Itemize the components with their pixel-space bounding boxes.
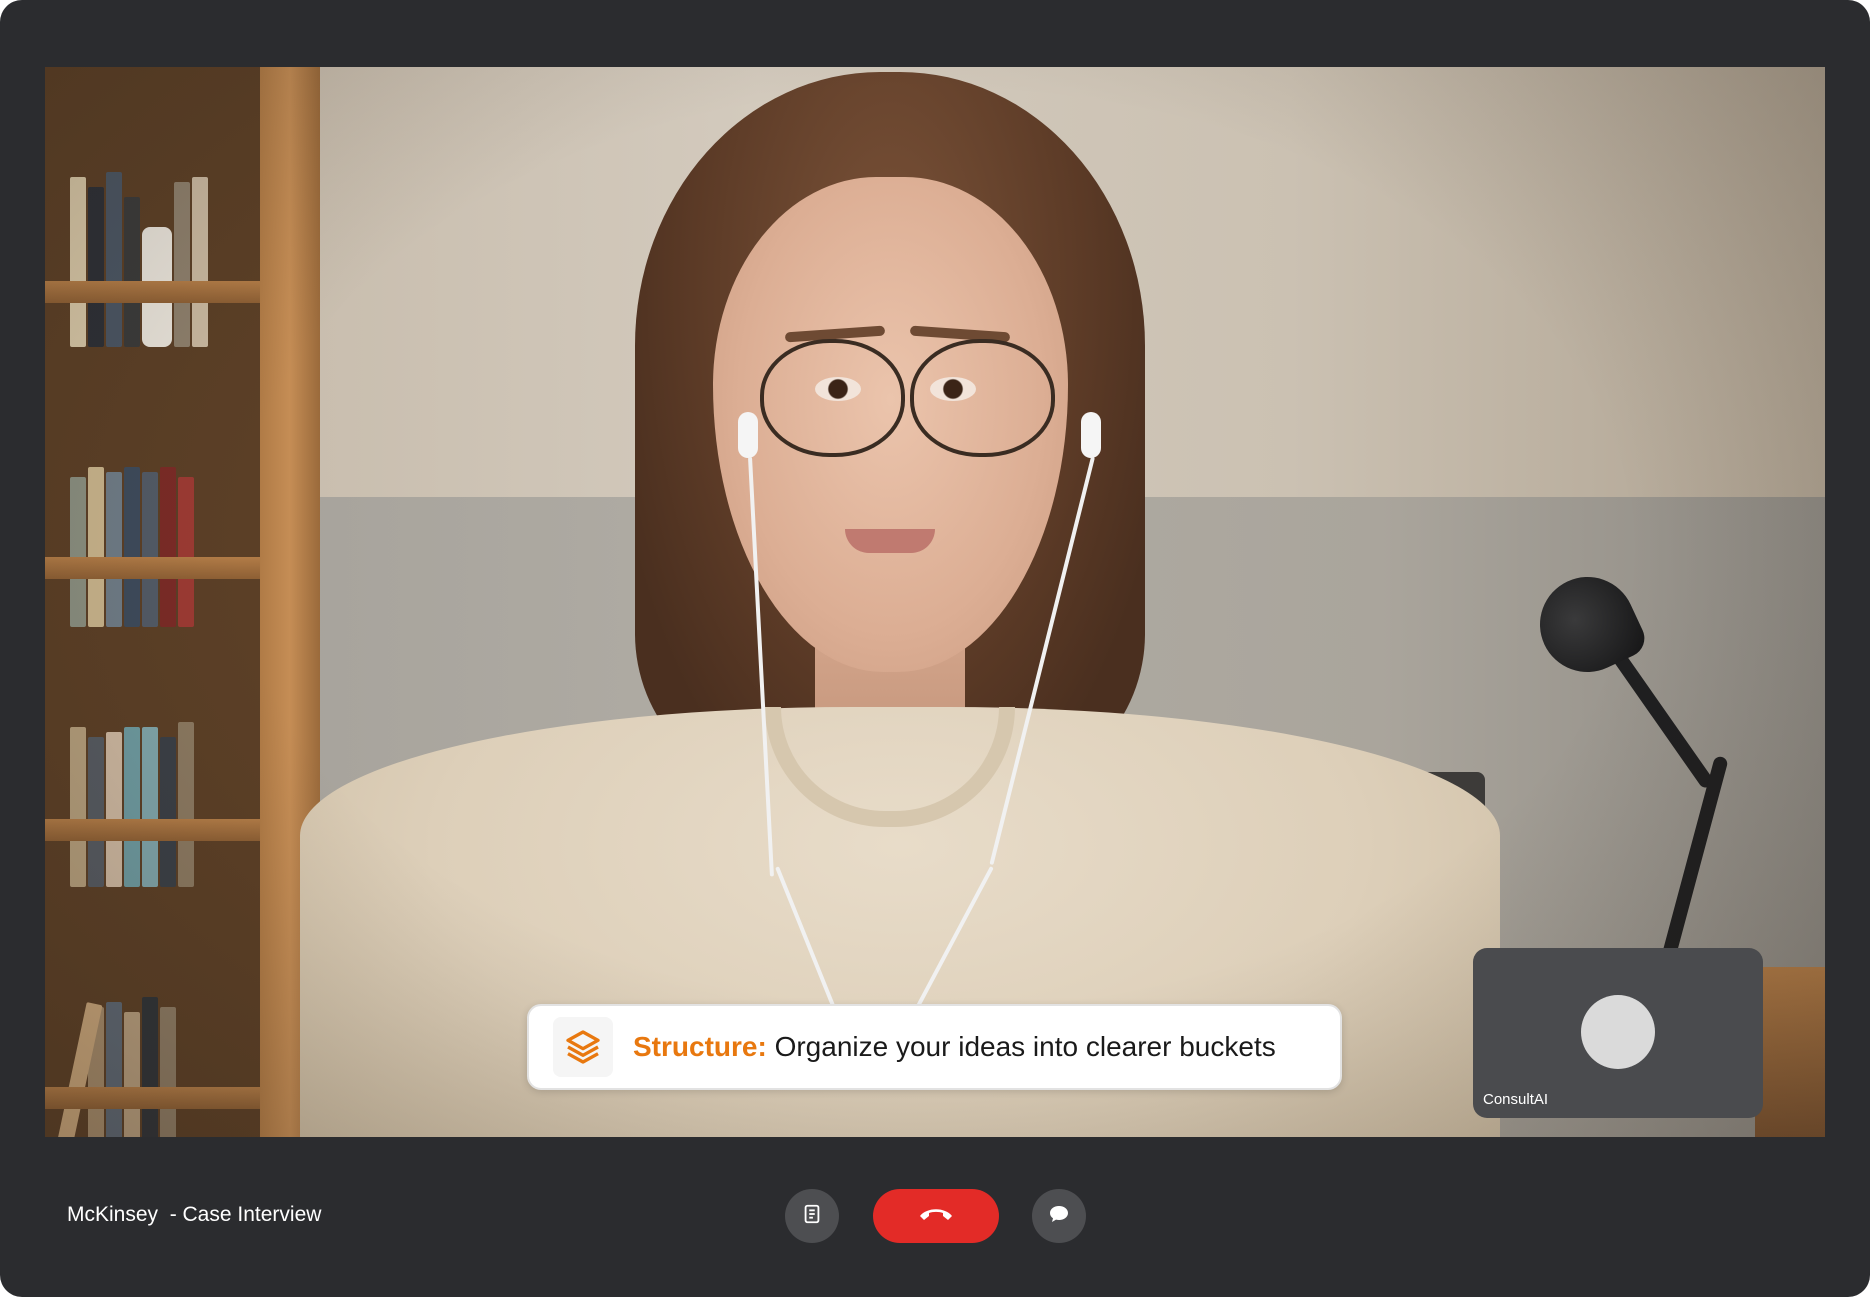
hint-text: Structure: Organize your ideas into clea… [633,1031,1276,1063]
self-view-tile[interactable]: ConsultAI [1473,948,1763,1118]
notes-icon [801,1203,823,1230]
end-call-button[interactable] [873,1189,999,1243]
avatar [1581,995,1655,1069]
notes-button[interactable] [785,1189,839,1243]
phone-hangup-icon [917,1204,955,1229]
hint-label: Structure: [633,1031,767,1062]
self-view-name: ConsultAI [1483,1091,1549,1108]
layers-icon [553,1017,613,1077]
video-call-window: Structure: Organize your ideas into clea… [0,0,1870,1297]
hint-message: Organize your ideas into clearer buckets [766,1031,1276,1062]
chat-bubble-icon [1047,1202,1071,1231]
coaching-hint-banner: Structure: Organize your ideas into clea… [527,1004,1342,1090]
chat-button[interactable] [1032,1189,1086,1243]
meeting-title: McKinsey - Case Interview [67,1203,322,1226]
